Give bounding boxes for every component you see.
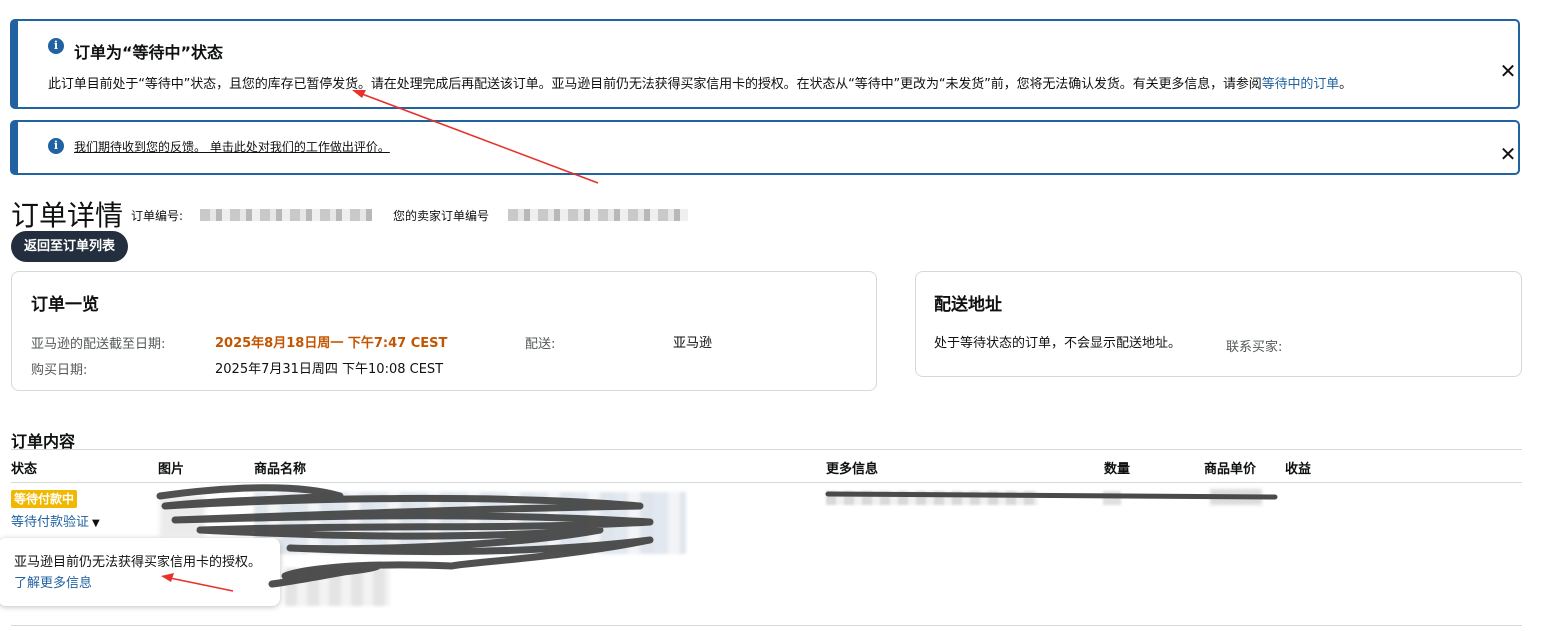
column-header-proceeds: 收益 — [1285, 462, 1312, 477]
seller-order-id-redacted — [508, 209, 688, 221]
status-badge: 等待付款中 — [11, 490, 78, 508]
alert-title: 订单为“等待中”状态 — [74, 43, 224, 62]
order-id-label: 订单编号: — [131, 209, 184, 223]
unit-price-redacted — [1210, 489, 1262, 505]
pending-status-alert: i 订单为“等待中”状态 此订单目前处于“等待中”状态，且您的库存已暂停发货。请… — [10, 19, 1520, 109]
info-icon: i — [48, 138, 64, 154]
order-summary-card: 订单一览 亚马逊的配送截至日期: 2025年8月18日周一 下午7:47 CES… — [11, 271, 877, 391]
feedback-alert: i 我们期待收到您的反馈。 单击此处对我们的工作做出评价。 ✕ — [10, 120, 1520, 175]
seller-order-id-label: 您的卖家订单编号 — [393, 209, 490, 223]
purchase-date-label: 购买日期: — [31, 363, 88, 378]
column-header-quantity: 数量 — [1104, 462, 1131, 477]
column-header-unit-price: 商品单价 — [1204, 462, 1257, 477]
page-title: 订单详情 — [11, 199, 124, 232]
ship-by-label: 亚马逊的配送截至日期: — [31, 337, 166, 352]
pending-orders-link[interactable]: 等待中的订单 — [1262, 77, 1340, 92]
purchase-date-value: 2025年7月31日周四 下午10:08 CEST — [215, 362, 444, 377]
more-info-redacted — [826, 491, 1038, 505]
shipping-address-card: 配送地址 处于等待状态的订单，不会显示配送地址。 联系买家: — [915, 271, 1522, 377]
fulfillment-label: 配送: — [525, 337, 556, 352]
shipping-address-title: 配送地址 — [934, 295, 1002, 315]
column-header-product-name: 商品名称 — [254, 462, 307, 477]
column-header-status: 状态 — [11, 462, 38, 477]
fulfillment-value: 亚马逊 — [673, 336, 713, 351]
quantity-redacted — [1103, 491, 1121, 505]
divider — [11, 482, 1522, 483]
close-icon[interactable]: ✕ — [1498, 144, 1518, 164]
shipping-address-note: 处于等待状态的订单，不会显示配送地址。 — [934, 336, 1182, 351]
divider — [11, 625, 1522, 626]
alert-body-text: 此订单目前处于“等待中”状态，且您的库存已暂停发货。请在处理完成后再配送该订单。… — [48, 77, 1262, 92]
payment-verification-label: 等待付款验证 — [11, 515, 90, 530]
back-to-orders-button[interactable]: 返回至订单列表 — [11, 231, 128, 262]
close-icon[interactable]: ✕ — [1498, 61, 1518, 81]
column-header-more-info: 更多信息 — [826, 462, 879, 477]
alert-body-end: 。 — [1339, 77, 1353, 92]
payment-verification-link[interactable]: 等待付款验证 ▼ — [11, 511, 100, 530]
popover-text: 亚马逊目前仍无法获得买家信用卡的授权。 — [14, 555, 262, 570]
learn-more-link[interactable]: 了解更多信息 — [14, 576, 92, 591]
chevron-down-icon: ▼ — [92, 518, 100, 529]
ship-by-value: 2025年8月18日周一 下午7:47 CEST — [215, 336, 448, 351]
info-icon: i — [48, 38, 64, 54]
column-header-image: 图片 — [158, 462, 185, 477]
contact-buyer-label: 联系买家: — [1226, 340, 1283, 355]
product-name-redacted-2 — [285, 568, 390, 606]
payment-info-popover: 亚马逊目前仍无法获得买家信用卡的授权。了解更多信息 — [0, 538, 280, 606]
divider — [11, 449, 1522, 450]
product-image-redacted — [160, 496, 205, 536]
feedback-link[interactable]: 我们期待收到您的反馈。 单击此处对我们的工作做出评价。 — [74, 138, 390, 155]
order-summary-title: 订单一览 — [31, 295, 99, 315]
product-name-redacted — [254, 492, 686, 554]
order-id-redacted — [200, 209, 372, 221]
alert-body: 此订单目前处于“等待中”状态，且您的库存已暂停发货。请在处理完成后再配送该订单。… — [48, 73, 1352, 92]
